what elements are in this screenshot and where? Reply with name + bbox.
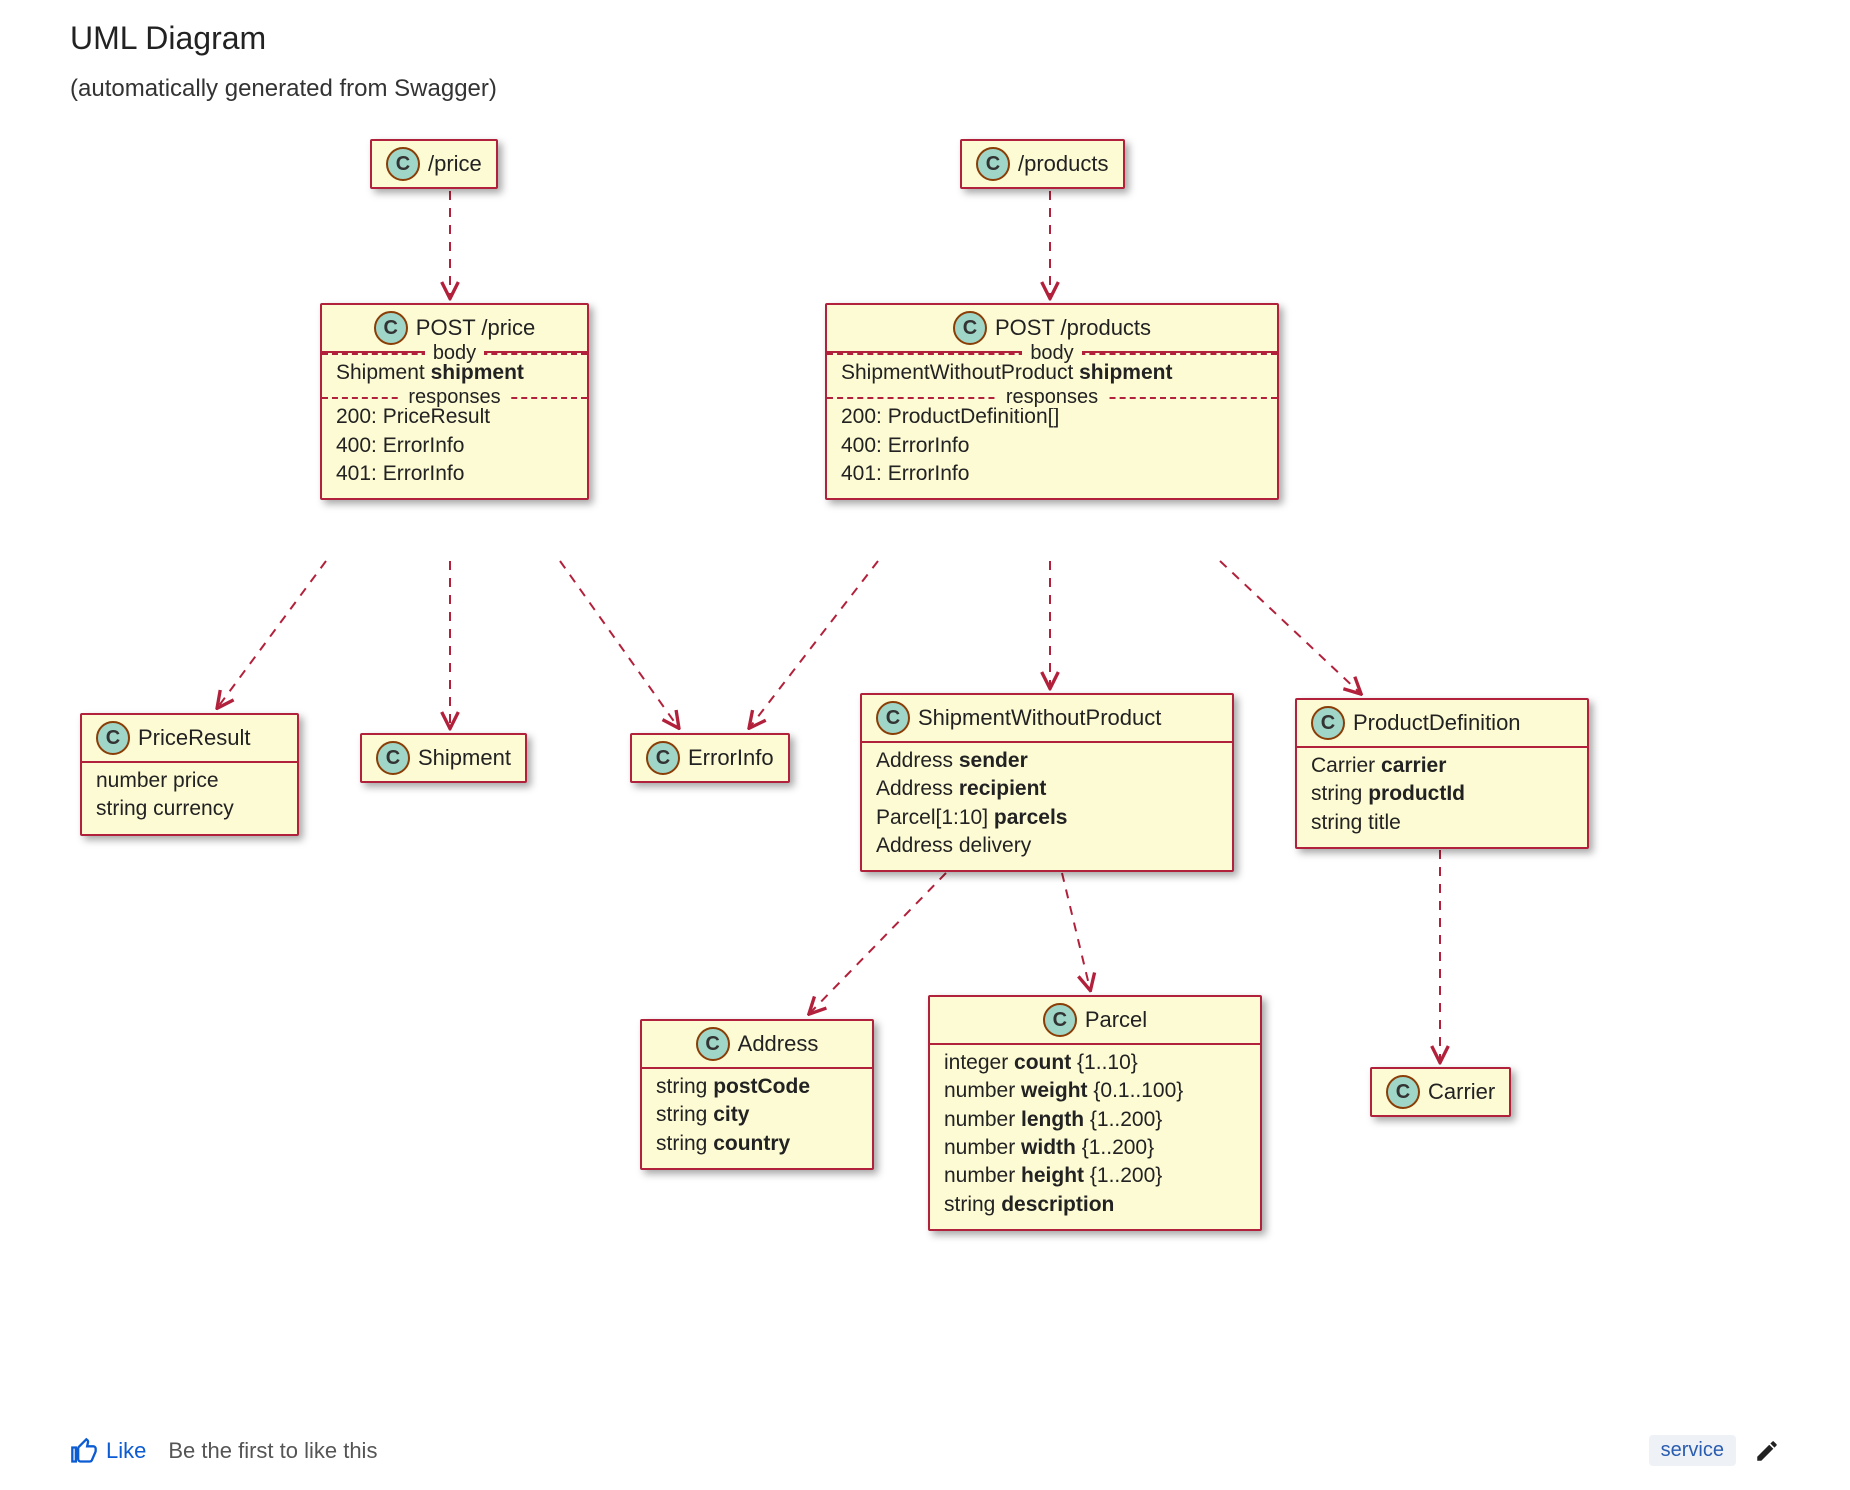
uml-class-shipment-without-product: C ShipmentWithoutProduct Address sender A… [860, 693, 1234, 872]
uml-class-title: ProductDefinition [1353, 710, 1521, 736]
page-subtitle: (automatically generated from Swagger) [70, 75, 1780, 103]
class-icon: C [374, 311, 408, 345]
uml-class-title: PriceResult [138, 725, 250, 751]
uml-section-label: body [1022, 342, 1081, 364]
uml-class-title: /price [428, 151, 482, 177]
thumbs-up-icon [70, 1437, 98, 1465]
uml-class-post-price: CPOST /price body Shipment shipment resp… [320, 303, 589, 500]
page-footer: Like Be the first to like this service [70, 1435, 1780, 1466]
like-label: Like [106, 1438, 146, 1464]
tag-chip[interactable]: service [1649, 1435, 1736, 1466]
uml-section-label: body [425, 342, 484, 364]
uml-class-carrier: C Carrier [1370, 1067, 1511, 1117]
uml-class-price-root: C/price [370, 139, 498, 189]
class-icon: C [876, 701, 910, 735]
edit-icon[interactable] [1754, 1438, 1780, 1464]
uml-class-title: /products [1018, 151, 1109, 177]
uml-class-address: C Address string postCode string city str… [640, 1019, 874, 1170]
uml-class-title: Parcel [1085, 1007, 1147, 1033]
uml-section-label: responses [998, 386, 1106, 408]
uml-class-post-products: CPOST /products body ShipmentWithoutProd… [825, 303, 1279, 500]
class-icon: C [976, 147, 1010, 181]
uml-class-title: Shipment [418, 745, 511, 771]
class-icon: C [96, 721, 130, 755]
uml-body: number price string currency [82, 763, 297, 834]
uml-canvas: C/price C/products C POST /price body Shi… [70, 133, 1770, 1333]
uml-class-title: ShipmentWithoutProduct [918, 705, 1161, 731]
uml-class-parcel: C Parcel integer count {1..10} number wei… [928, 995, 1262, 1231]
uml-body: 200: PriceResult 400: ErrorInfo 401: Err… [322, 399, 587, 498]
uml-section-label: responses [400, 386, 508, 408]
uml-body: integer count {1..10} number weight {0.1… [930, 1045, 1260, 1229]
uml-body: 200: ProductDefinition[] 400: ErrorInfo … [827, 399, 1277, 498]
uml-class-title: Address [738, 1031, 819, 1057]
class-icon: C [386, 147, 420, 181]
uml-class-title: Carrier [1428, 1079, 1495, 1105]
class-icon: C [376, 741, 410, 775]
page-title: UML Diagram [70, 20, 1780, 57]
uml-class-shipment: C Shipment [360, 733, 527, 783]
like-status-text: Be the first to like this [168, 1438, 377, 1464]
uml-class-title: ErrorInfo [688, 745, 774, 771]
class-icon: C [1043, 1003, 1077, 1037]
uml-class-title: POST /products [995, 315, 1151, 341]
uml-class-product-definition: C ProductDefinition Carrier carrier strin… [1295, 698, 1589, 849]
uml-class-price-result: C PriceResult number price string currenc… [80, 713, 299, 836]
like-button[interactable]: Like [70, 1437, 146, 1465]
class-icon: C [1311, 706, 1345, 740]
class-icon: C [696, 1027, 730, 1061]
uml-class-errorinfo: C ErrorInfo [630, 733, 790, 783]
uml-class-title: POST /price [416, 315, 535, 341]
class-icon: C [953, 311, 987, 345]
uml-body: Address sender Address recipient Parcel[… [862, 743, 1232, 870]
class-icon: C [646, 741, 680, 775]
class-icon: C [1386, 1075, 1420, 1109]
uml-body: Carrier carrier string productId string … [1297, 748, 1587, 847]
uml-body: string postCode string city string count… [642, 1069, 872, 1168]
uml-class-products-root: C/products [960, 139, 1125, 189]
